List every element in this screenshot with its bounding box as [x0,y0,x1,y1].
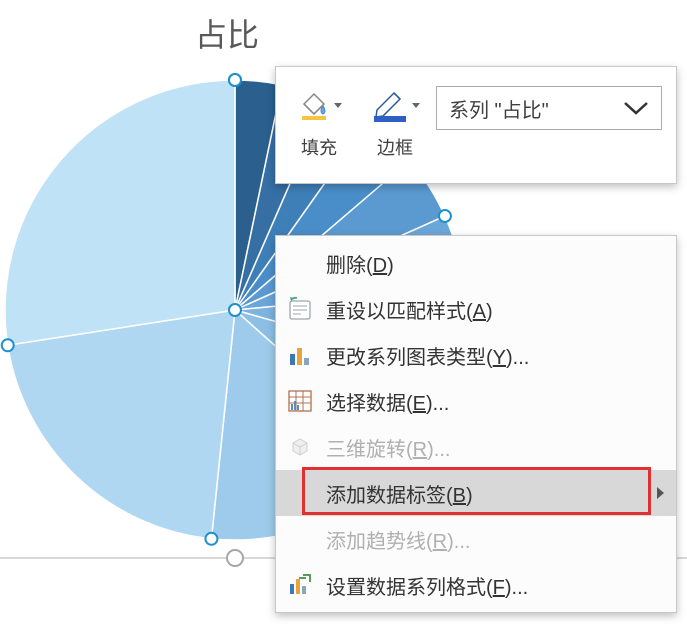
menu-delete[interactable]: 删除(D) [276,240,676,286]
menu-3d-rotate: 三维旋转(R)... [276,424,676,470]
menu-add-data-labels[interactable]: 添加数据标签(B) [276,470,676,516]
paint-bucket-icon [296,86,332,127]
chevron-down-icon [623,100,649,116]
outline-button[interactable]: 边框 [360,77,430,160]
menu-label: 选择数据(E)... [326,387,449,416]
pen-outline-icon [370,84,410,129]
blank-icon [286,525,314,553]
chart-title: 占比 [195,10,259,56]
menu-reset-style[interactable]: 重设以匹配样式(A) [276,286,676,332]
menu-label: 删除(D) [326,249,394,278]
selection-handle[interactable] [205,533,217,545]
submenu-arrow-icon [657,487,664,499]
selection-handle[interactable] [439,210,451,222]
menu-label: 添加趋势线(R)... [326,525,470,554]
blank-icon [286,479,314,507]
pie-slice[interactable] [8,310,235,539]
menu-change-chart-type[interactable]: 更改系列图表类型(Y)... [276,332,676,378]
fill-button[interactable]: 填充 [284,77,354,160]
menu-label: 添加数据标签(B) [326,479,473,508]
menu-select-data[interactable]: 选择数据(E)... [276,378,676,424]
selection-handle[interactable] [229,74,241,86]
outline-label: 边框 [377,134,413,160]
menu-label: 设置数据系列格式(F)... [326,571,528,600]
table-icon [286,387,314,415]
pie-slice[interactable] [5,80,235,345]
menu-format-series[interactable]: 设置数据系列格式(F)... [276,562,676,608]
selection-handle[interactable] [229,304,241,316]
menu-label: 更改系列图表类型(Y)... [326,341,529,370]
blank-icon [286,249,314,277]
menu-label: 重设以匹配样式(A) [326,295,493,324]
menu-label: 三维旋转(R)... [326,433,450,462]
selection-handle[interactable] [2,339,14,351]
series-selector[interactable]: 系列 "占比" [436,86,662,130]
series-selected-text: 系列 "占比" [449,94,549,123]
format-series-icon [286,571,314,599]
reset-style-icon [286,295,314,323]
cube-icon [286,433,314,461]
chart-type-icon [286,341,314,369]
context-menu: 删除(D) 重设以匹配样式(A) 更改系列图表类型(Y)... [275,235,677,613]
menu-add-trendline: 添加趋势线(R)... [276,516,676,562]
fill-label: 填充 [301,134,337,160]
chevron-down-icon [334,103,342,108]
chevron-down-icon [412,103,420,108]
mini-toolbar: 填充 边框 系列 "占比" [275,66,677,184]
